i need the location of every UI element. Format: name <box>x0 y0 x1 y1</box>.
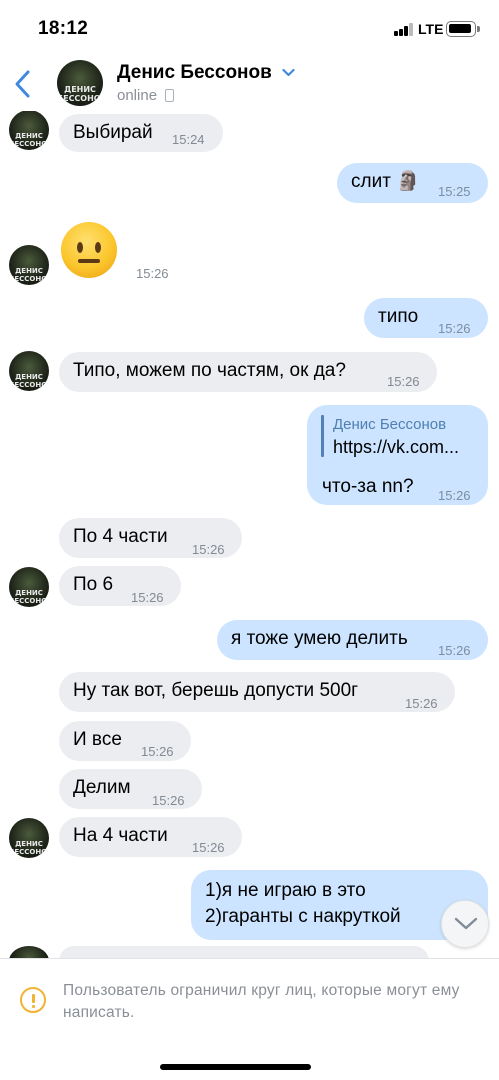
message-text: Типо, можем по частям, ок да? <box>73 360 346 381</box>
message-text: Выбирай <box>73 122 153 143</box>
contact-avatar[interactable]: ДЕНИС БЕССОНОВ <box>57 60 103 106</box>
message-time: 15:26 <box>152 793 185 808</box>
contact-name[interactable]: Денис Бессонов <box>117 62 272 84</box>
notice-text: Пользователь ограничил круг лиц, которые… <box>63 982 460 1021</box>
message-time: 15:26 <box>387 374 420 389</box>
status-bar: 18:12 LTE <box>0 0 499 56</box>
message-bubble[interactable]: Ну так вот, берешь допусти 500г 15:26 <box>59 672 455 712</box>
message-text: 1)я не играю в это <box>205 880 366 901</box>
message-time: 15:26 <box>131 590 164 605</box>
avatar[interactable]: ДЕНИС БЕССОНОВ <box>9 110 49 150</box>
back-button[interactable] <box>12 68 36 100</box>
message-bubble[interactable]: На 4 части 15:26 <box>59 817 242 857</box>
avatar[interactable]: ДЕНИС БЕССОНОВ <box>9 567 49 607</box>
message-time: 15:26 <box>136 266 169 281</box>
chevron-down-icon <box>454 917 478 930</box>
avatar[interactable]: ДЕНИС БЕССОНОВ <box>9 351 49 391</box>
message-text: типо <box>378 306 419 327</box>
message-time: 15:26 <box>438 321 471 336</box>
message-text: На 4 части <box>73 825 168 846</box>
chat-header: ДЕНИС БЕССОНОВ Денис Бессонов online <box>0 56 499 111</box>
message-time: 15:24 <box>172 132 205 147</box>
message-text: Делим <box>73 777 131 798</box>
message-bubble[interactable]: Делим 15:26 <box>59 769 202 809</box>
message-bubble[interactable]: Типо, можем по частям, ок да? 15:26 <box>59 352 437 392</box>
back-chevron-icon <box>15 70 30 98</box>
message-text: И все <box>73 729 122 750</box>
message-time: 15:26 <box>192 840 225 855</box>
message-text-line2: 2)гаранты с накруткой <box>205 906 401 927</box>
message-text: что-за nn? <box>322 476 414 497</box>
battery-icon <box>446 21 480 37</box>
message-text: слит 🗿 <box>351 171 420 192</box>
chevron-down-icon[interactable] <box>282 68 295 77</box>
restricted-notice: Пользователь ограничил круг лиц, которые… <box>0 958 499 1080</box>
message-text: Ну так вот, берешь допусти 500г <box>73 680 359 701</box>
contact-status: online <box>117 87 158 104</box>
avatar[interactable]: ДЕНИС БЕССОНОВ <box>9 245 49 285</box>
message-time: 15:26 <box>438 488 471 503</box>
reply-message-bubble[interactable]: Денис Бессонов https://vk.com... что-за … <box>307 405 488 505</box>
warning-icon <box>20 987 46 1013</box>
message-text: По 6 <box>73 574 114 595</box>
reply-author: Денис Бессонов <box>333 416 447 433</box>
message-time: 15:26 <box>192 542 225 557</box>
message-time: 15:26 <box>405 696 438 711</box>
scroll-down-button[interactable] <box>441 900 489 948</box>
avatar[interactable]: ДЕНИС БЕССОНОВ <box>9 818 49 858</box>
reply-quote-bar <box>321 415 324 457</box>
message-time: 15:26 <box>141 744 174 759</box>
message-bubble[interactable]: По 6 15:26 <box>59 566 181 606</box>
home-indicator[interactable] <box>160 1064 311 1070</box>
clock: 18:12 <box>38 18 89 39</box>
message-bubble[interactable]: Выбирай 15:24 <box>59 114 223 152</box>
message-text: По 4 части <box>73 526 168 547</box>
network-label: LTE <box>418 21 444 37</box>
message-time: 15:26 <box>438 643 471 658</box>
message-bubble[interactable]: я тоже умею делить 15:26 <box>217 620 488 660</box>
neutral-face-emoji[interactable] <box>61 222 117 278</box>
message-text: я тоже умею делить <box>231 628 408 649</box>
signal-icon <box>394 23 414 36</box>
message-bubble[interactable]: И все 15:26 <box>59 721 191 761</box>
reply-link[interactable]: https://vk.com... <box>333 435 459 459</box>
message-time: 15:25 <box>438 184 471 199</box>
message-bubble[interactable]: По 4 части 15:26 <box>59 518 242 558</box>
message-bubble[interactable]: типо 15:26 <box>364 298 488 338</box>
message-bubble[interactable]: слит 🗿 15:25 <box>337 163 488 203</box>
phone-icon <box>165 89 174 102</box>
